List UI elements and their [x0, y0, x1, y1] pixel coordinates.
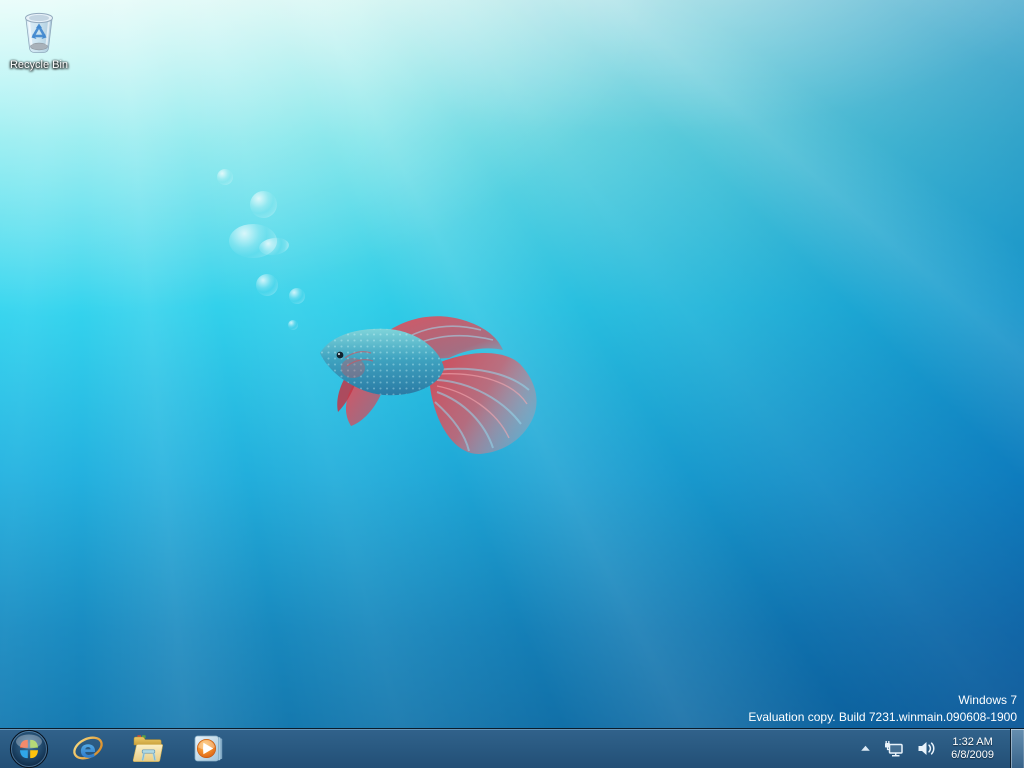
taskbar: e — [0, 728, 1024, 768]
watermark-os-name: Windows 7 — [748, 692, 1017, 709]
tray-clock[interactable]: 1:32 AM 6/8/2009 — [951, 736, 994, 762]
recycle-bin-icon — [15, 7, 63, 57]
internet-explorer-icon: e — [71, 732, 105, 766]
clock-date: 6/8/2009 — [951, 749, 994, 762]
bubble — [256, 274, 278, 296]
show-desktop-button[interactable] — [1010, 729, 1024, 768]
bubble — [250, 191, 277, 218]
windows-media-player-icon — [192, 732, 225, 765]
system-tray: 1:32 AM 6/8/2009 — [852, 729, 1024, 768]
taskbar-button-media-player[interactable] — [178, 729, 238, 768]
show-hidden-icons-button[interactable] — [858, 742, 873, 755]
start-area — [0, 729, 58, 768]
taskbar-button-windows-explorer[interactable] — [118, 729, 178, 768]
bubble — [217, 169, 233, 185]
watermark-build-info: Evaluation copy. Build 7231.winmain.0906… — [748, 709, 1017, 726]
taskbar-button-internet-explorer[interactable]: e — [58, 729, 118, 768]
bubble — [289, 288, 305, 304]
betta-fish — [313, 308, 553, 463]
windows-explorer-folder-icon — [131, 733, 165, 764]
clock-time: 1:32 AM — [951, 736, 994, 749]
windows-orb-icon — [9, 729, 49, 768]
volume-tray-button[interactable] — [915, 738, 938, 759]
bubble — [288, 320, 298, 330]
desktop-icon-label: Recycle Bin — [10, 59, 68, 71]
svg-text:e: e — [80, 735, 96, 763]
windows7-desktop: Recycle Bin Windows 7 Evaluation copy. B… — [0, 0, 1024, 768]
up-arrow-icon — [860, 744, 871, 753]
start-button[interactable] — [9, 729, 49, 768]
network-icon — [884, 740, 904, 758]
evaluation-watermark: Windows 7 Evaluation copy. Build 7231.wi… — [748, 692, 1017, 726]
volume-icon — [917, 740, 936, 757]
network-tray-button[interactable] — [882, 738, 906, 760]
desktop-icon-recycle-bin[interactable]: Recycle Bin — [2, 7, 76, 71]
